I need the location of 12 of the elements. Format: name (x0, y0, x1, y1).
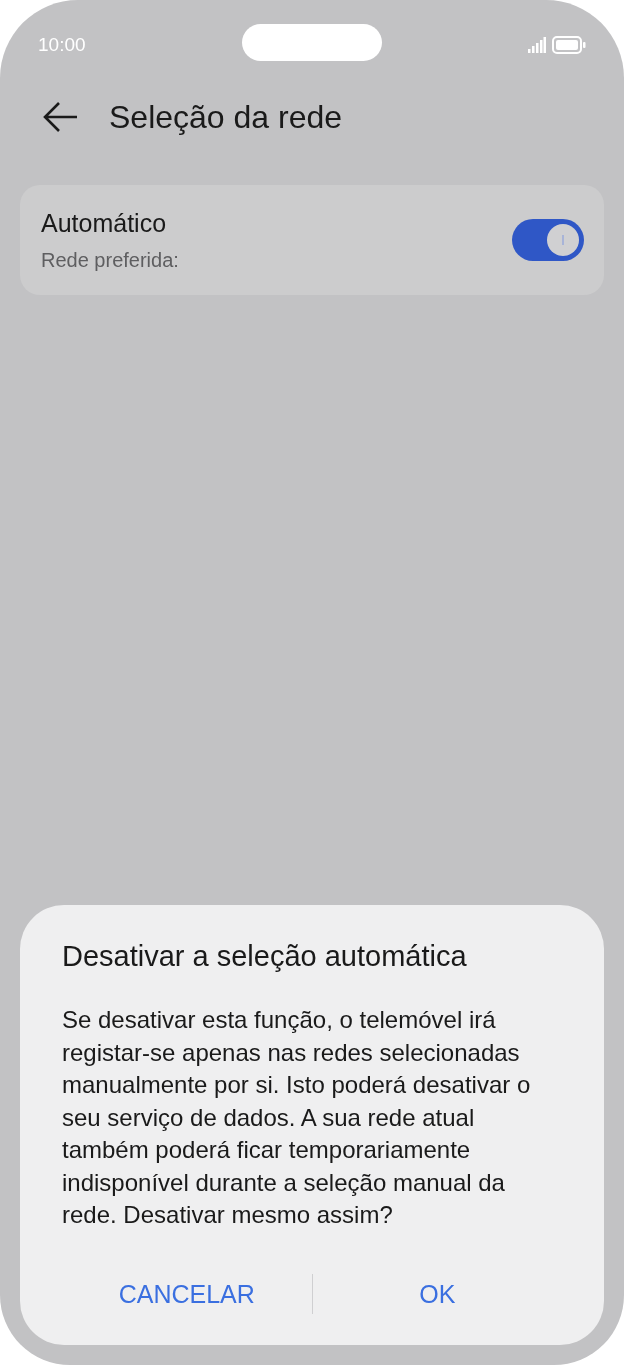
setting-subtitle: Rede preferida: (41, 247, 179, 273)
dialog-button[interactable]: OK (312, 1271, 562, 1317)
status-time: 10:00 (38, 32, 86, 57)
dialog-title: Desativar a seleção automática (62, 939, 468, 974)
signal-icon (528, 37, 546, 53)
page-title: Seleção da rede (109, 98, 343, 137)
battery-icon (552, 36, 586, 54)
dialog-message: Se desativar esta função, o telemóvel irá registar-se apenas nas redes selecionadas manualmente por si. Isto poderá desativar o seu serviço de dados. A sua rede atual também poderá ficar temporariamente indisponível durante a seleção manual da rede. Desativar mesmo assim? (62, 1005, 532, 1230)
toggle-switch[interactable] (512, 219, 584, 261)
setting-title: Automático (41, 208, 168, 240)
back-arrow-icon[interactable] (43, 101, 79, 133)
dialog-button[interactable]: CANCELAR (62, 1271, 312, 1317)
